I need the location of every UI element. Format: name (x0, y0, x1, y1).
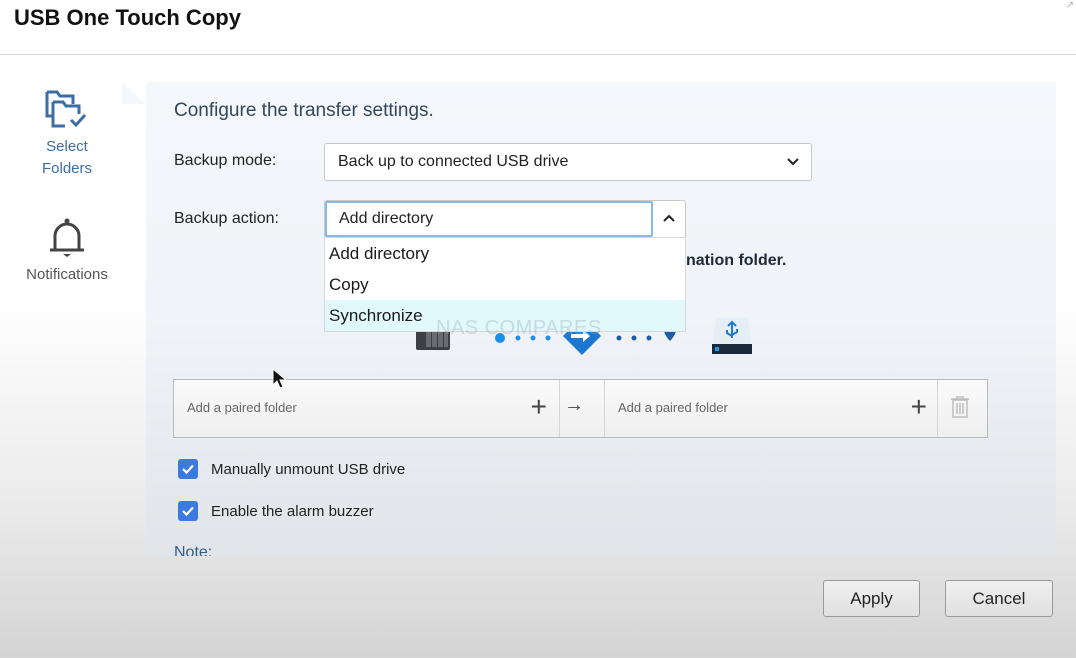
title-divider (0, 54, 1076, 55)
backup-action-input[interactable]: Add directory (325, 201, 653, 237)
arrow-right-icon: → (564, 394, 584, 416)
dropdown-option-copy[interactable]: Copy (325, 269, 685, 300)
bell-icon (50, 218, 84, 257)
apply-button[interactable]: Apply (823, 580, 920, 617)
watermark: NAS COMPARES (436, 317, 602, 339)
chevron-up-icon[interactable] (661, 210, 677, 226)
divider (937, 380, 938, 437)
checkmark-icon (182, 506, 194, 517)
window-title: USB One Touch Copy (14, 5, 241, 30)
mouse-cursor-icon (272, 368, 288, 389)
alarm-buzzer-label: Enable the alarm buzzer (211, 502, 374, 520)
source-folder-placeholder: Add a paired folder (187, 400, 297, 415)
sidebar-item-notifications[interactable]: Notifications (0, 216, 134, 286)
panel-heading: Configure the transfer settings. (174, 100, 434, 121)
unmount-usb-label: Manually unmount USB drive (211, 460, 406, 478)
alarm-buzzer-checkbox-row[interactable]: Enable the alarm buzzer (178, 501, 374, 521)
backup-mode-value: Back up to connected USB drive (338, 153, 569, 170)
sidebar-label-line1: Select (46, 138, 88, 155)
add-source-folder-icon[interactable]: + (531, 392, 547, 422)
unmount-usb-checkbox-row[interactable]: Manually unmount USB drive (178, 459, 405, 479)
destination-folder-text: nation folder. (686, 252, 787, 269)
backup-action-value: Add directory (339, 210, 434, 227)
note-label: Note: (174, 544, 213, 556)
divider (559, 380, 560, 437)
backup-action-select[interactable]: Add directory (324, 200, 686, 238)
alarm-buzzer-checkbox[interactable] (178, 501, 198, 521)
backup-action-label: Backup action: (174, 210, 279, 227)
sidebar-label-line2: Folders (41, 160, 93, 177)
checkmark-icon (182, 464, 194, 475)
destination-folder-placeholder: Add a paired folder (618, 400, 728, 415)
trash-icon[interactable] (950, 395, 970, 419)
dropdown-option-add-directory[interactable]: Add directory (325, 238, 685, 269)
active-pointer (122, 82, 146, 104)
folders-check-icon (45, 90, 87, 128)
backup-mode-label: Backup mode: (174, 152, 277, 169)
transfer-dots-2 (616, 335, 652, 341)
resize-icon[interactable]: ↗ (1066, 0, 1074, 11)
paired-folder-row: Add a paired folder + → Add a paired fol… (173, 379, 988, 438)
usb-drive-icon (712, 318, 752, 354)
sidebar-item-select-folders[interactable]: Select Folders (0, 88, 134, 180)
destination-folder-field[interactable]: Add a paired folder + (605, 380, 937, 437)
settings-panel: Configure the transfer settings. Backup … (146, 82, 1056, 556)
backup-mode-select[interactable]: Back up to connected USB drive (324, 143, 812, 181)
cancel-button[interactable]: Cancel (945, 580, 1053, 617)
add-destination-folder-icon[interactable]: + (911, 392, 927, 422)
chevron-down-icon (787, 158, 799, 166)
sidebar-label: Notifications (26, 266, 108, 283)
source-folder-field[interactable]: Add a paired folder + (174, 380, 559, 437)
unmount-usb-checkbox[interactable] (178, 459, 198, 479)
